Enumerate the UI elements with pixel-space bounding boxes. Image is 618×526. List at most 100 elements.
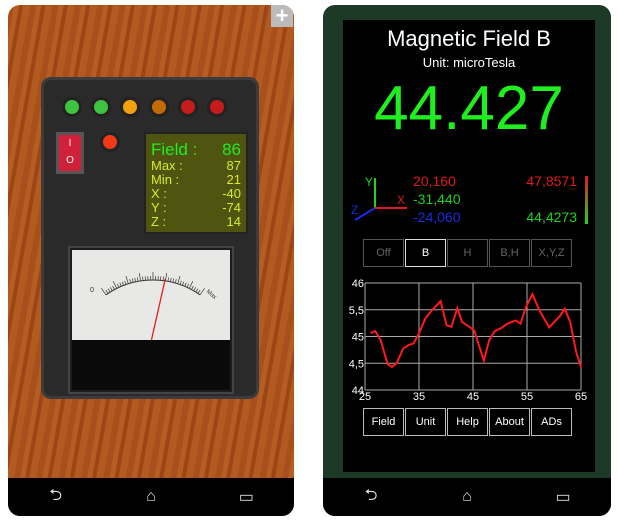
meter-tick [138,272,141,282]
data-point [418,332,420,335]
lcd-label: Z : [151,214,167,229]
meter-tick [184,282,187,287]
meter-tick [112,281,118,289]
lcd-value: -40 [222,186,241,201]
meter-min-label: 0 [90,287,94,294]
axis-y-label: Y [365,175,373,189]
meter-tick [193,287,196,291]
meter-tick [167,277,170,282]
x-tick-label: 45 [467,391,479,400]
data-point [391,366,393,368]
lcd-row: Y : -74 [151,201,241,215]
power-switch[interactable]: IO [56,132,84,174]
switch-off-label: O [66,155,74,166]
meter-tick [188,281,194,289]
meter-tick [124,280,127,285]
data-point [499,327,502,330]
x-component: 20,160 [413,173,456,189]
mode-button-b[interactable]: B [405,239,446,267]
data-point [439,300,442,302]
help-button[interactable]: Help [447,408,488,436]
meter-tick [121,281,124,286]
data-point [575,351,577,353]
data-point [488,339,490,342]
meter-tick [101,288,107,296]
mode-button-xyz[interactable]: X,Y,Z [531,239,572,267]
status-led [120,97,140,117]
meter-face: 0 Max [72,250,230,343]
data-point [483,359,485,362]
meter-tick [125,276,129,284]
meter-tick [112,285,115,290]
meter-base [72,340,230,390]
indicator-led [100,132,120,152]
meter-tick [177,276,181,284]
meter-tick [172,278,175,283]
meter-tick [136,277,139,282]
data-point [456,307,459,309]
unit-button[interactable]: Unit [405,408,446,436]
data-point [396,361,398,364]
axis-x-label: X [397,193,405,207]
data-point [564,307,566,310]
data-point [493,330,496,332]
axis-z-label: Z [351,203,358,217]
home-icon[interactable]: ⌂ [131,488,171,506]
recent-apps-icon[interactable]: ▭ [226,487,266,507]
about-button[interactable]: About [489,408,530,436]
meter-tick [182,281,185,286]
meter-tick [117,283,120,288]
mode-button-h[interactable]: H [447,239,488,267]
y-component: -31,440 [413,191,461,207]
meter-tick [195,288,199,293]
meter-tick [191,285,194,290]
data-point [514,319,517,322]
min-value: 44,4273 [526,209,577,225]
meter-tick [197,289,201,294]
data-point [450,326,453,328]
nav-bar: ⮌ ⌂ ▭ [8,478,294,516]
x-tick-label: 55 [521,391,533,400]
back-icon[interactable]: ⮌ [351,484,391,511]
data-point [386,363,389,366]
data-point [412,342,415,345]
y-tick-label: 45 [352,332,364,344]
meter-tick [131,278,134,283]
meter-tick [110,287,113,291]
back-icon[interactable]: ⮌ [36,484,76,511]
mode-button-off[interactable]: Off [363,239,404,267]
lcd-row: Max : 87 [151,159,241,173]
data-point [506,322,509,325]
lcd-row: Field : 86 [151,140,241,159]
data-point [538,309,541,312]
lcd-display: Field : 86 Max : 87 Min : 21 X : -40 Y : -74 Z : 14 [144,132,248,234]
data-point [407,344,410,346]
meter-tick [134,277,136,282]
lcd-label: X : [151,186,167,201]
meter-tick [119,282,122,287]
meter-tick [129,279,132,284]
status-led [149,97,169,117]
recent-apps-icon[interactable]: ▭ [543,487,583,507]
lcd-label: Min : [151,172,180,187]
y-tick-label: 46 [352,278,364,290]
meter-needle [150,278,166,343]
ads-button[interactable]: ADs [531,408,572,436]
x-tick-label: 35 [413,391,425,400]
meter-tick [179,280,182,285]
data-point [379,339,382,342]
lcd-row: X : -40 [151,187,241,201]
field-chart: 25 35 45 55 65444,5455,546 [349,278,587,400]
data-point [473,329,475,331]
data-point [519,322,522,325]
field-series-line [370,291,582,369]
plus-icon[interactable]: + [271,5,293,27]
lcd-row: Min : 21 [151,173,241,187]
status-led [62,97,82,117]
z-component: -24,060 [413,209,461,225]
home-icon[interactable]: ⌂ [447,488,487,506]
magnetometer-device: IO Field :86 Max :87 Min :21 X : -40 Y : -74 Z … [41,77,259,399]
meter-tick [105,289,109,294]
field-button[interactable]: Field [363,408,404,436]
mode-button-bh[interactable]: B,H [489,239,530,267]
